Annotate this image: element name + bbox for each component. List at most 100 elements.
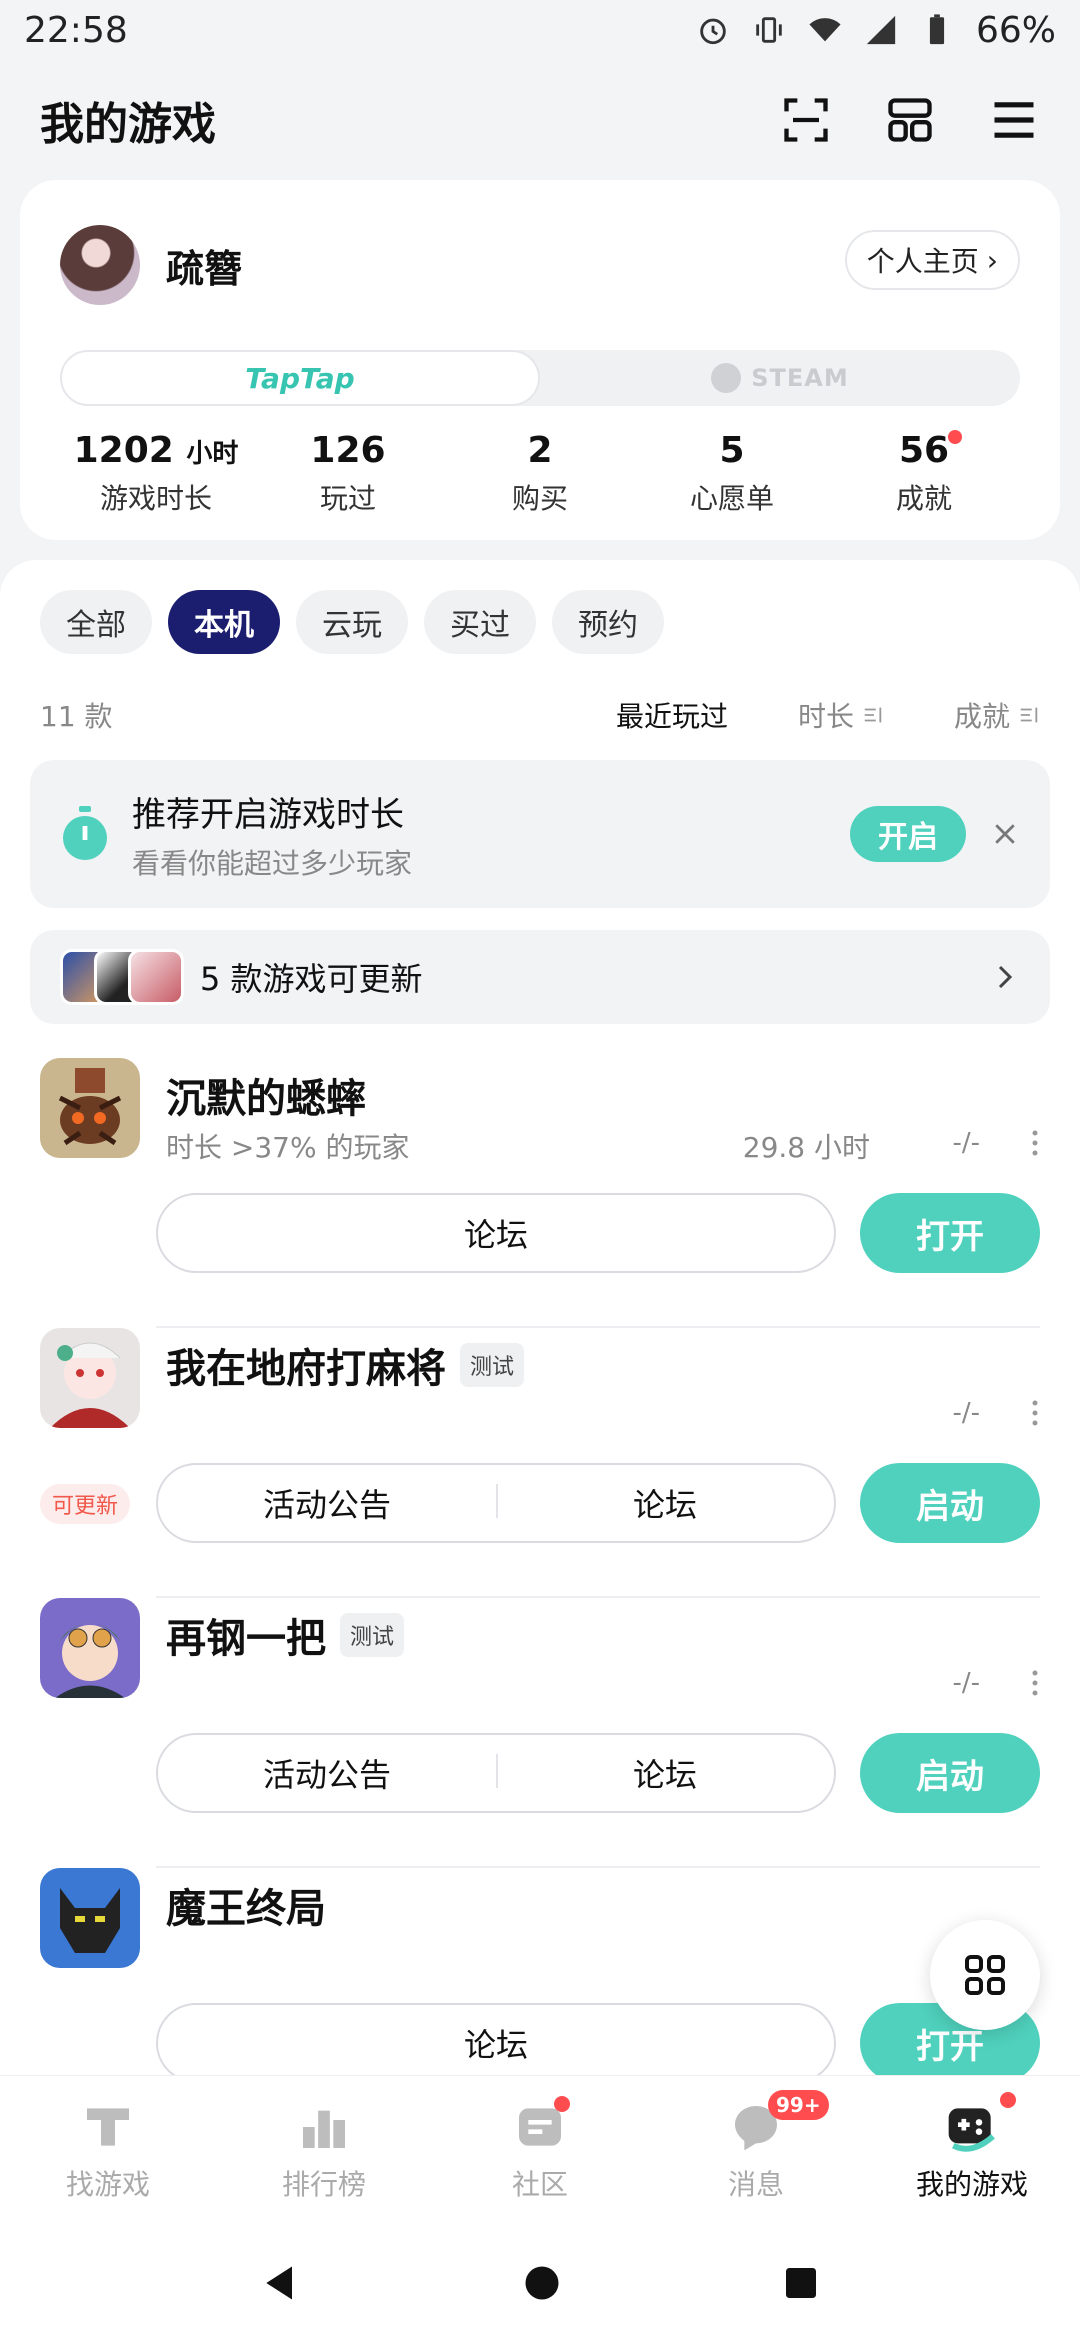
game-icon[interactable]	[40, 1058, 140, 1158]
game-actions: 论坛	[156, 1193, 836, 1273]
alarm-icon	[700, 18, 726, 45]
battery-level: 66%	[975, 9, 1056, 51]
signal-icon	[866, 15, 896, 45]
nav-my-games[interactable]: 我的游戏	[864, 2076, 1080, 2225]
filter-bought[interactable]: 买过	[424, 590, 536, 654]
stat-label: 购买	[511, 482, 568, 515]
enable-button[interactable]: 开启	[850, 806, 966, 862]
header: 我的游戏	[0, 80, 1080, 160]
announcement-button[interactable]: 活动公告	[158, 1480, 496, 1526]
ranking-icon	[303, 2110, 345, 2148]
forum-button[interactable]: 论坛	[496, 1480, 834, 1526]
game-actions: 活动公告 论坛	[156, 1733, 836, 1813]
more-icon[interactable]	[1030, 1398, 1040, 1428]
game-icon[interactable]	[40, 1598, 140, 1698]
announcement-button[interactable]: 活动公告	[158, 1750, 496, 1796]
game-name: 我在地府打麻将	[166, 1346, 446, 1392]
test-badge: 测试	[340, 1613, 405, 1657]
stat-value: 56	[898, 430, 950, 471]
platform-tab-taptap[interactable]: TapTap	[60, 350, 540, 406]
launch-button[interactable]: 启动	[860, 1733, 1040, 1813]
notification-dot	[948, 430, 962, 444]
grid-icon	[965, 1955, 1005, 1995]
sort-recent[interactable]: 最近玩过	[616, 695, 728, 735]
nav-messages[interactable]: 99+ 消息	[648, 2076, 864, 2225]
stat-purchased[interactable]: 2 购买	[444, 430, 636, 517]
recents-icon[interactable]	[781, 2263, 821, 2303]
sort-duration[interactable]: 时长	[798, 695, 884, 735]
stat-value: 1202	[73, 430, 174, 471]
game-thumb-icon	[128, 949, 184, 1005]
unread-badge: 99+	[768, 2090, 829, 2120]
menu-icon[interactable]	[988, 94, 1040, 146]
back-icon[interactable]	[259, 2261, 303, 2305]
notification-dot	[1000, 2092, 1016, 2108]
vibrate-icon	[756, 17, 782, 43]
game-item-mahjong: 我在地府打麻将 测试 -/- 可更新 活动公告 论坛 启动	[40, 1328, 1040, 1598]
game-name: 再钢一把	[166, 1616, 326, 1662]
game-item-zaigang: 再钢一把 测试 -/- 活动公告 论坛 启动	[40, 1598, 1040, 1868]
stat-wishlist[interactable]: 5 心愿单	[636, 430, 828, 517]
update-available-badge: 可更新	[40, 1484, 131, 1524]
forum-button[interactable]: 论坛	[158, 1210, 834, 1256]
gamepad-icon	[948, 2107, 995, 2152]
game-playtime: 29.8 小时	[742, 1131, 870, 1164]
launch-button[interactable]: 启动	[860, 1463, 1040, 1543]
close-icon[interactable]	[990, 819, 1020, 849]
layout-grid-icon[interactable]	[884, 94, 936, 146]
filter-chips: 全部 本机 云玩 买过 预约	[40, 590, 664, 654]
updates-text: 5 款游戏可更新	[200, 960, 423, 998]
game-name: 魔王终局	[166, 1886, 326, 1932]
stat-played[interactable]: 126 玩过	[252, 430, 444, 517]
sort-achievement[interactable]: 成就	[954, 695, 1040, 735]
game-actions: 论坛	[156, 2003, 836, 2075]
quick-launch-button[interactable]	[930, 1920, 1040, 2030]
profile-home-label: 个人主页	[866, 245, 979, 278]
forum-button[interactable]: 论坛	[158, 2020, 834, 2066]
forum-button[interactable]: 论坛	[496, 1750, 834, 1796]
filter-local[interactable]: 本机	[168, 590, 280, 654]
updates-row[interactable]: 5 款游戏可更新	[30, 930, 1050, 1024]
sort-bar: 11 款 最近玩过 时长 成就	[40, 690, 1040, 740]
stat-value: 126	[310, 430, 386, 471]
nav-label: 排行榜	[281, 2167, 366, 2201]
more-icon[interactable]	[1030, 1128, 1040, 1158]
avatar[interactable]	[60, 225, 140, 305]
scan-icon[interactable]	[780, 94, 832, 146]
game-icon[interactable]	[40, 1868, 140, 1968]
platform-tab-steam[interactable]: STEAM	[540, 350, 1020, 406]
filter-cloud[interactable]: 云玩	[296, 590, 408, 654]
stopwatch-icon	[63, 806, 107, 860]
recommend-title: 推荐开启游戏时长	[132, 794, 404, 835]
nav-label: 我的游戏	[915, 2167, 1028, 2201]
test-badge: 测试	[460, 1343, 525, 1387]
nav-label: 社区	[511, 2167, 568, 2201]
more-icon[interactable]	[1030, 1668, 1040, 1698]
sort-achievement-label: 成就	[953, 700, 1010, 733]
filter-reserved[interactable]: 预约	[552, 590, 664, 654]
open-button[interactable]: 打开	[860, 1193, 1040, 1273]
filter-all[interactable]: 全部	[40, 590, 152, 654]
notification-dot	[554, 2096, 570, 2112]
nav-label: 找游戏	[65, 2167, 150, 2201]
profile-home-button[interactable]: 个人主页 ›	[844, 230, 1020, 290]
game-icon[interactable]	[40, 1328, 140, 1428]
game-name: 沉默的蟋蟀	[166, 1076, 366, 1122]
games-sheet: 全部 本机 云玩 买过 预约 11 款 最近玩过 时长 成就 推荐开启游戏时长 …	[0, 560, 1080, 2075]
battery-icon	[929, 14, 945, 45]
wifi-icon	[809, 18, 841, 42]
playtime-recommend-banner: 推荐开启游戏时长 看看你能超过多少玩家 开启	[30, 760, 1050, 908]
platform-toggle: TapTap STEAM	[60, 350, 1020, 406]
stat-label: 游戏时长	[99, 482, 212, 515]
nav-find-games[interactable]: 找游戏	[0, 2076, 216, 2225]
chevron-right-icon	[998, 965, 1013, 989]
status-time: 22:58	[24, 9, 128, 51]
stat-achievements[interactable]: 56 成就	[828, 430, 1020, 517]
stat-value: 2	[527, 430, 553, 471]
stat-playtime[interactable]: 1202 小时 游戏时长	[60, 430, 252, 517]
game-item-demon-king: 魔王终局 论坛 打开	[40, 1868, 1040, 2075]
nav-ranking[interactable]: 排行榜	[216, 2076, 432, 2225]
game-item-silent-cricket: 沉默的蟋蟀 时长 >37% 的玩家 29.8 小时 -/- 论坛 打开	[40, 1058, 1040, 1328]
nav-community[interactable]: 社区	[432, 2076, 648, 2225]
home-icon[interactable]	[520, 2261, 564, 2305]
